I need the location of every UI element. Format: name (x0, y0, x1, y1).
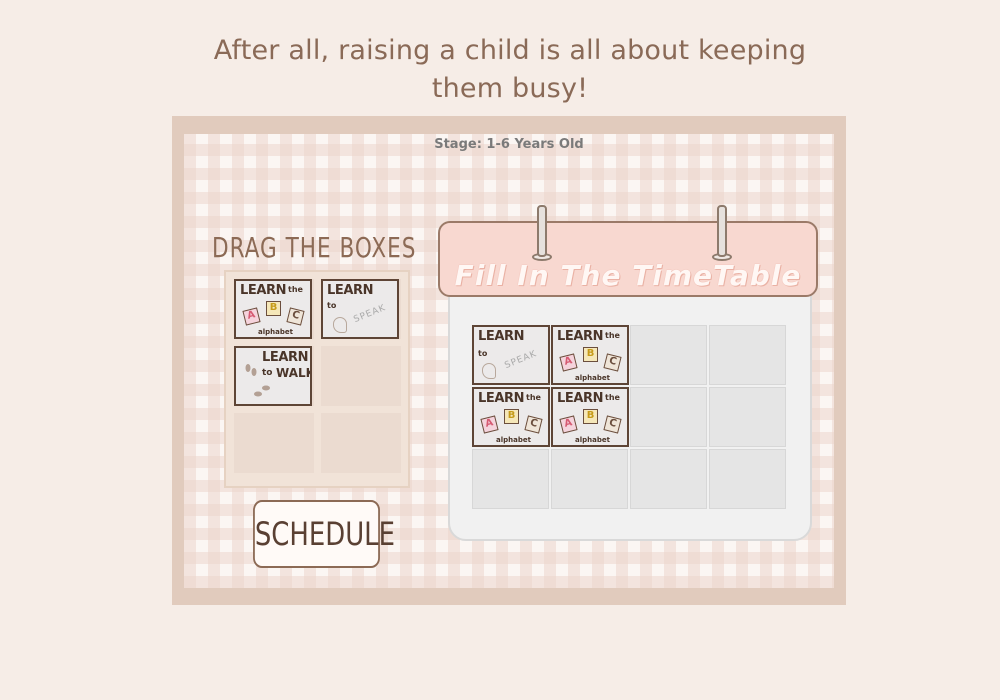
timetable-cell[interactable] (709, 449, 786, 509)
letter-c-tile: C (524, 415, 543, 434)
card-learn-label: LEARN (478, 391, 525, 406)
letter-a-tile: A (480, 415, 499, 434)
schedule-button[interactable]: SCHEDULE (253, 500, 395, 568)
card-learn-label: LEARN (557, 329, 604, 344)
timetable-title: Fill In The TimeTable (454, 259, 802, 292)
card-tray: LEARN the A B C alphabet LEARN to SPEAK … (224, 270, 410, 488)
card-learn-label: LEARN (240, 283, 287, 298)
card-learn-label: LEARN (557, 391, 604, 406)
card-the-label: the (605, 393, 620, 402)
timetable-cell[interactable] (630, 387, 707, 447)
letter-b-tile: B (504, 409, 519, 424)
placed-learn-abc-card[interactable]: LEARN the A B C alphabet (472, 387, 550, 447)
placed-learn-abc-card[interactable]: LEARN the A B C alphabet (551, 387, 629, 447)
letter-b-tile: B (583, 409, 598, 424)
card-learn-label: LEARN (478, 329, 525, 344)
footprints-icon (245, 364, 270, 397)
drag-title: DRAG THE BOXES (212, 231, 417, 265)
timetable-cell[interactable] (630, 449, 707, 509)
placed-learn-abc-card[interactable]: LEARN the A B C alphabet (551, 325, 629, 385)
timetable-header: Fill In The TimeTable (438, 221, 818, 297)
letter-c-tile: C (603, 415, 622, 434)
alphabet-note: alphabet (496, 436, 531, 444)
binder-ring-icon (537, 205, 547, 257)
card-to-label: to (327, 301, 337, 310)
tray-slot[interactable] (321, 413, 401, 473)
card-learn-label: LEARN (327, 283, 374, 298)
card-to-label: to (478, 349, 488, 358)
card-the-label: the (288, 285, 303, 294)
timetable-grid: LEARN to SPEAK LEARN the A B C alphabet … (472, 325, 787, 509)
speak-text: SPEAK (503, 349, 539, 371)
learn-abc-card[interactable]: LEARN the A B C alphabet (234, 279, 312, 339)
head-silhouette-icon (482, 363, 496, 379)
alphabet-note: alphabet (575, 436, 610, 444)
binder-ring-icon (717, 205, 727, 257)
placed-learn-speak-card[interactable]: LEARN to SPEAK (472, 325, 550, 385)
letter-c-tile: C (286, 307, 305, 326)
timetable-cell[interactable] (551, 449, 628, 509)
learn-speak-card[interactable]: LEARN to SPEAK (321, 279, 399, 339)
learn-walk-card[interactable]: LEARN to WALK (234, 346, 312, 406)
letter-a-tile: A (242, 307, 261, 326)
caption-text: After all, raising a child is all about … (213, 35, 807, 104)
card-the-label: the (605, 331, 620, 340)
timetable-cell[interactable] (472, 449, 549, 509)
letter-a-tile: A (559, 353, 578, 372)
alphabet-note: alphabet (575, 374, 610, 382)
timetable-cell[interactable] (709, 387, 786, 447)
tray-slot[interactable] (321, 346, 401, 406)
timetable-cell[interactable] (709, 325, 786, 385)
letter-a-tile: A (559, 415, 578, 434)
stage-label: Stage: 1-6 Years Old (434, 137, 584, 152)
letter-b-tile: B (583, 347, 598, 362)
game-canvas: Stage: 1-6 Years Old DRAG THE BOXES LEAR… (184, 134, 834, 588)
timetable-calendar: Fill In The TimeTable LEARN to SPEAK LEA… (438, 205, 818, 541)
letter-b-tile: B (266, 301, 281, 316)
letter-c-tile: C (603, 353, 622, 372)
card-the-label: the (526, 393, 541, 402)
tray-slot[interactable] (234, 413, 314, 473)
alphabet-note: alphabet (258, 328, 293, 336)
speak-text: SPEAK (352, 303, 388, 325)
timetable-cell[interactable] (630, 325, 707, 385)
head-silhouette-icon (333, 317, 347, 333)
